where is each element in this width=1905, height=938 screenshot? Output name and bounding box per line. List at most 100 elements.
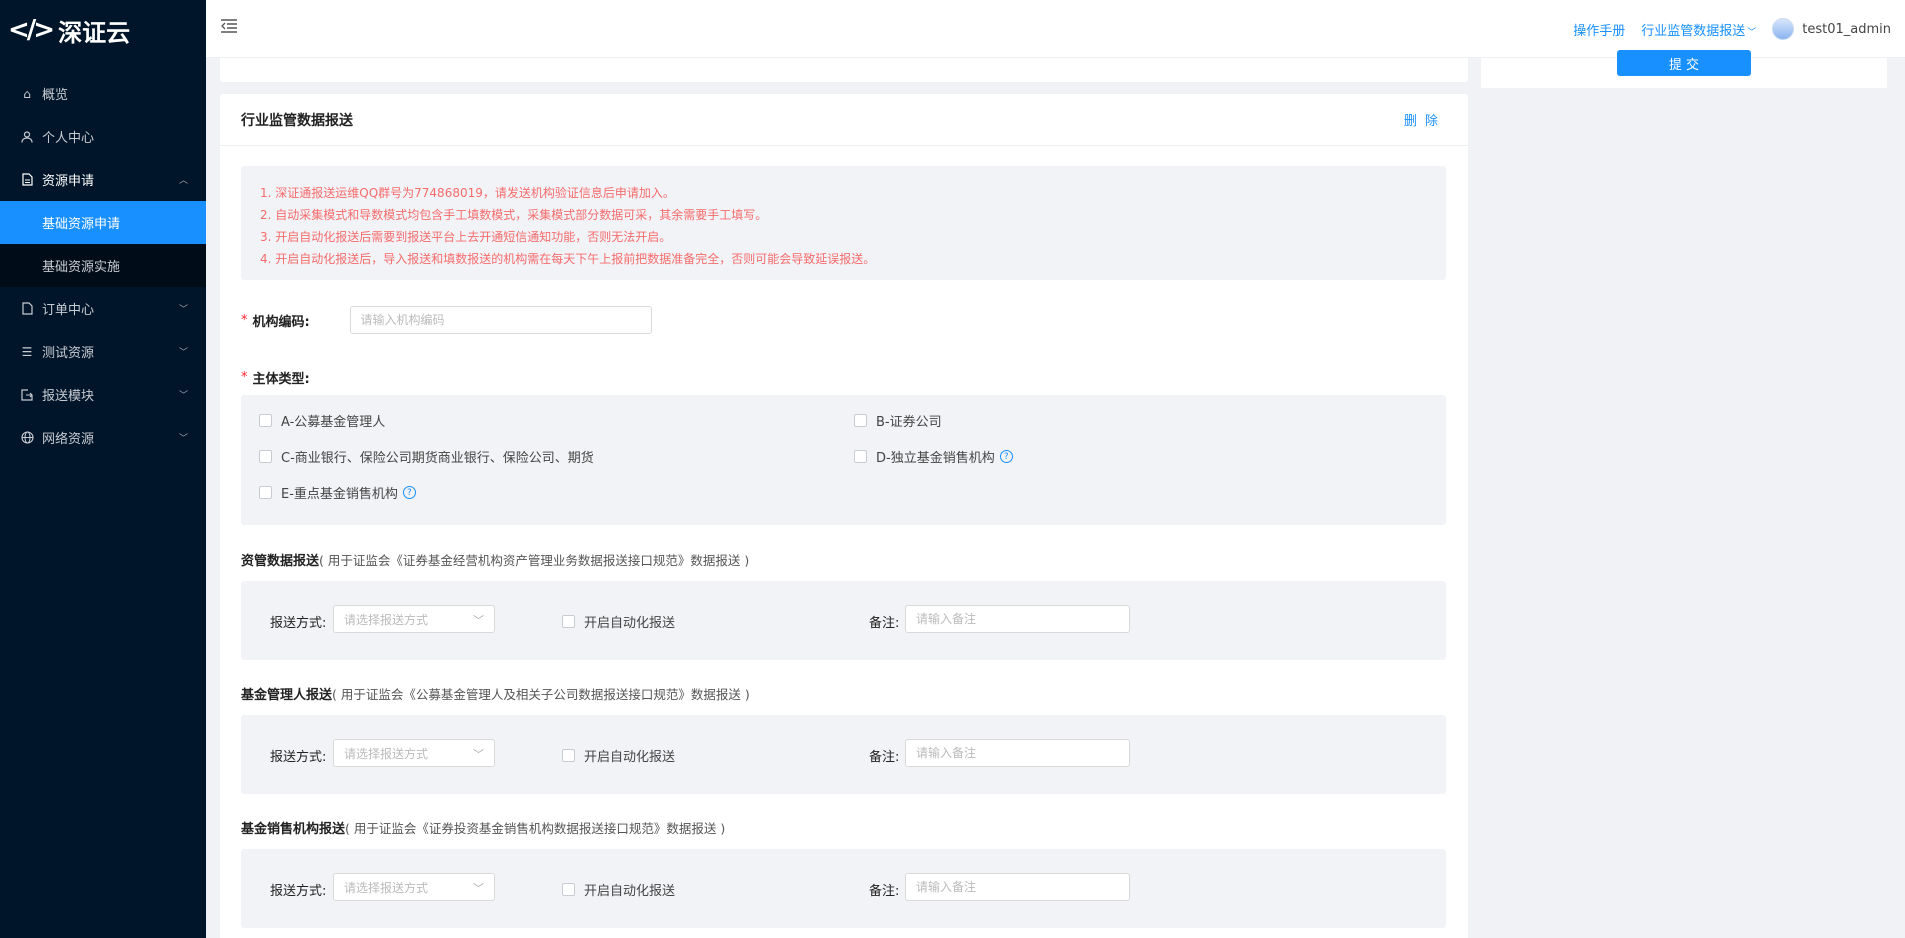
notice-line: 4. 开启自动化报送后，导入报送和填数报送的机构需在每天下午上报前把数据准备完全… [260,252,876,266]
auto-report-label: 开启自动化报送 [584,616,676,631]
checkbox[interactable] [259,450,272,463]
remark-input[interactable] [905,605,1130,633]
help-icon[interactable]: ? [999,450,1013,463]
sidebar-item-resource-apply[interactable]: 资源申请 ︿ [0,158,206,201]
method-select[interactable]: 请选择报送方式 ﹀ [333,739,495,767]
auto-report-label: 开启自动化报送 [584,750,676,765]
report-dropdown-label: 行业监管数据报送 [1641,23,1746,39]
chevron-down-icon: ﹀ [178,391,188,401]
sidebar-item-label: 测试资源 [42,346,95,361]
checkbox[interactable] [854,414,867,427]
section-box-fund-manager: 报送方式: 请选择报送方式 ﹀ 开启自动化报送 备注: [241,715,1446,794]
submit-button[interactable]: 提 交 [1617,50,1751,76]
brand-logo[interactable]: </> 深证云 [0,0,206,60]
chevron-down-icon: ﹀ [178,305,188,315]
auto-report-checkbox[interactable]: 开启自动化报送 [562,880,675,899]
section-name: 资管数据报送 [241,554,320,569]
delete-button[interactable]: 删 除 [1404,110,1440,129]
checkbox[interactable] [562,883,575,896]
remark-input[interactable] [905,873,1130,901]
sidebar-item-overview[interactable]: ⌂ 概览 [0,72,206,115]
method-select[interactable]: 请选择报送方式 ﹀ [333,605,495,633]
section-desc: ( 用于证监会《公募基金管理人及相关子公司数据报送接口规范》数据报送 ) [332,687,750,702]
menu-fold-icon[interactable] [220,18,240,38]
auto-report-checkbox[interactable]: 开启自动化报送 [562,612,675,631]
entity-type-option-e[interactable]: E-重点基金销售机构? [259,483,416,502]
avatar[interactable] [1772,18,1795,40]
method-placeholder: 请选择报送方式 [344,746,429,761]
notice-box: 1. 深证通报送运维QQ群号为774868019，请发送机构验证信息后申请加入。… [241,166,1446,280]
entity-type-option-d[interactable]: D-独立基金销售机构? [854,447,1013,466]
section-title-asset: 资管数据报送( 用于证监会《证券基金经营机构资产管理业务数据报送接口规范》数据报… [241,550,749,569]
section-desc: ( 用于证监会《证券基金经营机构资产管理业务数据报送接口规范》数据报送 ) [319,553,750,568]
brand-name: 深证云 [58,18,131,47]
chevron-down-icon: ﹀ [178,348,188,358]
report-dropdown[interactable]: 行业监管数据报送 ﹀ [1641,20,1756,39]
method-select[interactable]: 请选择报送方式 ﹀ [333,873,495,901]
previous-card [220,58,1468,82]
home-icon: ⌂ [23,86,31,101]
chevron-down-icon: ﹀ [1747,27,1757,38]
list-icon: ☰ [21,344,33,359]
checkbox[interactable] [562,749,575,762]
sidebar-item-label: 报送模块 [42,389,95,404]
entity-type-option-a[interactable]: A-公募基金管理人 [259,411,385,430]
entity-type-option-b[interactable]: B-证券公司 [854,411,942,430]
remark-label: 备注: [869,884,900,899]
user-icon [20,130,34,144]
entity-type-box: A-公募基金管理人 B-证券公司 C-商业银行、保险公司期货商业银行、保险公司、… [241,395,1446,525]
org-code-label: 机构编码: [252,314,310,330]
section-title-fund-manager: 基金管理人报送( 用于证监会《公募基金管理人及相关子公司数据报送接口规范》数据报… [241,684,750,703]
method-label: 报送方式: [270,884,327,899]
chevron-down-icon: ﹀ [178,434,188,444]
card-title: 行业监管数据报送 [241,112,353,129]
entity-type-option-c[interactable]: C-商业银行、保险公司期货商业银行、保险公司、期货 [259,447,594,466]
checkbox[interactable] [259,414,272,427]
sidebar-item-network-resources[interactable]: 网络资源 ﹀ [0,416,206,459]
sidebar-item-label: 个人中心 [42,131,95,146]
code-logo-icon: </> [8,15,55,45]
section-box-asset: 报送方式: 请选择报送方式 ﹀ 开启自动化报送 备注: [241,581,1446,660]
method-placeholder: 请选择报送方式 [344,612,429,627]
sidebar-item-profile[interactable]: 个人中心 [0,115,206,158]
org-code-input[interactable] [349,306,652,334]
sidebar-menu: ⌂ 概览 个人中心 资源申请 ︿ 基础资源申请 基础资源实施 订单中心 ﹀ ☰ … [0,72,206,459]
help-icon[interactable]: ? [402,486,416,499]
remark-label: 备注: [869,616,900,631]
section-desc: ( 用于证监会《证券投资基金销售机构数据报送接口规范》数据报送 ) [345,821,726,836]
entity-type-label: 主体类型: [252,372,310,387]
entity-type-row: * 主体类型: [241,368,310,387]
sidebar-item-label: 资源申请 [42,174,95,189]
notice-line: 3. 开启自动化报送后需要到报送平台上去开通短信通知功能，否则无法开启。 [260,230,672,244]
method-placeholder: 请选择报送方式 [344,880,429,895]
sidebar-item-label: 概览 [42,88,69,103]
sidebar-item-report-module[interactable]: 报送模块 ﹀ [0,373,206,416]
file-icon [20,302,34,316]
sidebar-subitem-basic-apply[interactable]: 基础资源申请 [0,201,206,244]
method-label: 报送方式: [270,616,327,631]
sidebar-item-orders[interactable]: 订单中心 ﹀ [0,287,206,330]
username[interactable]: test01_admin [1802,22,1891,37]
network-icon [20,431,34,445]
required-mark: * [241,370,248,385]
chevron-down-icon: ﹀ [473,882,484,895]
sidebar-subitem-label: 基础资源实施 [42,260,121,275]
manual-link[interactable]: 操作手册 [1573,20,1625,39]
sidebar-subitem-basic-implement[interactable]: 基础资源实施 [0,244,206,287]
checkbox[interactable] [259,486,272,499]
export-icon [20,388,34,402]
section-box-fund-sales: 报送方式: 请选择报送方式 ﹀ 开启自动化报送 备注: [241,849,1446,928]
option-label: D-独立基金销售机构 [876,451,995,466]
section-name: 基金销售机构报送 [241,822,346,837]
sidebar-item-label: 网络资源 [42,432,95,447]
report-card: 行业监管数据报送 删 除 1. 深证通报送运维QQ群号为774868019，请发… [220,94,1468,938]
method-label: 报送方式: [270,750,327,765]
checkbox[interactable] [562,615,575,628]
auto-report-checkbox[interactable]: 开启自动化报送 [562,746,675,765]
remark-label: 备注: [869,750,900,765]
section-title-fund-sales: 基金销售机构报送( 用于证监会《证券投资基金销售机构数据报送接口规范》数据报送 … [241,818,725,837]
sidebar-item-test-resources[interactable]: ☰ 测试资源 ﹀ [0,330,206,373]
remark-input[interactable] [905,739,1130,767]
required-mark: * [241,312,248,328]
checkbox[interactable] [854,450,867,463]
